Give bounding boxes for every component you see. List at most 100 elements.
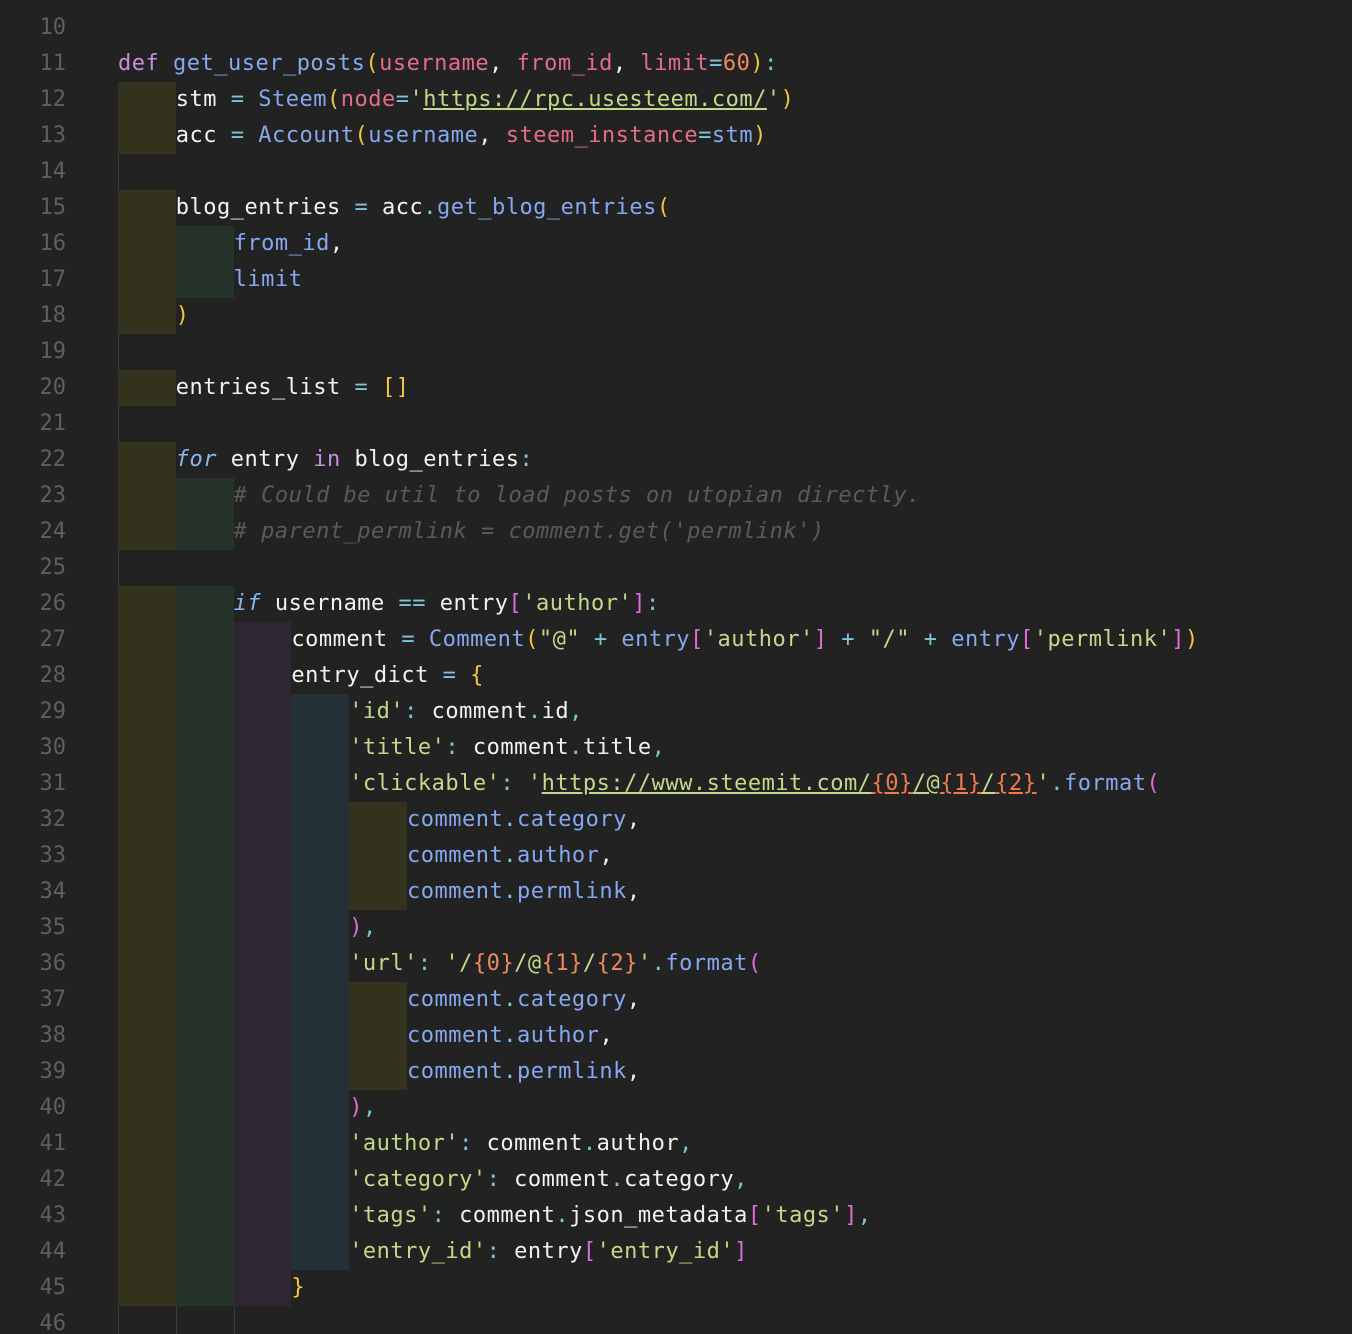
indent-marker <box>118 694 176 730</box>
code-editor[interactable]: 10 11 def get_user_posts(username, from_id… <box>0 0 1352 1334</box>
code-line[interactable]: 32 comment.category, <box>0 802 1352 838</box>
code-line[interactable]: 40), <box>0 1090 1352 1126</box>
code-token: . <box>503 843 517 868</box>
code-token: entry <box>951 627 1021 652</box>
code-line[interactable]: 22 for entry in blog_entries: <box>0 442 1352 478</box>
code-token: = <box>354 375 369 400</box>
code-line[interactable]: 23 # Could be util to load posts on utopi… <box>0 478 1352 514</box>
code-line[interactable]: 33 comment.author, <box>0 838 1352 874</box>
code-token: . <box>651 951 666 976</box>
code-line[interactable]: 14 <box>0 154 1352 190</box>
code-token: 'tags' <box>349 1203 432 1228</box>
code-token: {0} <box>472 951 515 976</box>
code-text: 'url': '/{0}/@{1}/{2}'.format( <box>118 946 762 982</box>
indent-marker <box>349 838 407 874</box>
indent-marker <box>233 658 292 694</box>
indent-marker <box>175 874 234 910</box>
indent-marker <box>175 838 234 874</box>
code-token: limit <box>640 51 710 76</box>
code-token: . <box>1050 771 1065 796</box>
code-token: acc <box>368 195 424 220</box>
line-number: 32 <box>39 807 67 832</box>
code-token: , <box>626 807 641 832</box>
indent-marker <box>118 82 176 118</box>
code-line[interactable]: 39 comment.permlink, <box>0 1054 1352 1090</box>
code-token: 60 <box>722 51 751 76</box>
code-token: https://rpc.usesteem.com/ <box>423 87 767 112</box>
indent-marker <box>175 586 234 622</box>
code-line[interactable]: 25 <box>0 550 1352 586</box>
code-text: comment.permlink, <box>118 1054 641 1090</box>
code-line[interactable]: 35), <box>0 910 1352 946</box>
code-line[interactable]: 27 comment = Comment("@" + entry['author'… <box>0 622 1352 658</box>
indent-guide <box>118 154 119 190</box>
code-text: entries_list = [] <box>118 370 409 406</box>
indent-marker <box>291 1198 350 1234</box>
code-line[interactable]: 44'entry_id': entry['entry_id'] <box>0 1234 1352 1270</box>
code-line[interactable]: 30 'title': comment.title, <box>0 730 1352 766</box>
code-line[interactable]: 16 from_id, <box>0 226 1352 262</box>
code-line[interactable]: 13 acc = Account(username, steem_instance… <box>0 118 1352 154</box>
code-line[interactable]: 38 comment.author, <box>0 1018 1352 1054</box>
code-line[interactable]: 28 entry_dict = { <box>0 658 1352 694</box>
code-token: / <box>582 951 597 976</box>
indent-marker <box>118 586 176 622</box>
code-line[interactable]: 20 entries_list = [] <box>0 370 1352 406</box>
code-token: : <box>486 1167 501 1192</box>
code-token: 'entry_id' <box>349 1239 487 1264</box>
code-line[interactable]: 37 comment.category, <box>0 982 1352 1018</box>
code-line[interactable]: 36 'url': '/{0}/@{1}/{2}'.format( <box>0 946 1352 982</box>
line-number: 18 <box>39 303 67 328</box>
line-number: 33 <box>39 843 67 868</box>
code-text: if username == entry['author']: <box>118 586 660 622</box>
code-line[interactable]: 42 'category': comment.category, <box>0 1162 1352 1198</box>
code-line[interactable]: 41 'author': comment.author, <box>0 1126 1352 1162</box>
code-token: ( <box>365 51 380 76</box>
code-line[interactable]: 45} <box>0 1270 1352 1306</box>
code-token: acc <box>175 123 231 148</box>
code-token: ) <box>753 123 767 148</box>
code-token: , <box>679 1131 693 1156</box>
line-number: 20 <box>39 375 67 400</box>
code-text: } <box>118 1270 305 1306</box>
code-line[interactable]: 21 <box>0 406 1352 442</box>
code-token: == <box>398 591 427 616</box>
code-token: . <box>582 1131 597 1156</box>
code-line[interactable]: 11 def get_user_posts(username, from_id, … <box>0 46 1352 82</box>
code-token: ( <box>354 123 369 148</box>
code-token: entries_list <box>175 375 355 400</box>
code-token: , <box>329 231 344 256</box>
code-token: comment <box>406 879 504 904</box>
indent-guide <box>118 406 119 442</box>
code-line[interactable]: 17 limit <box>0 262 1352 298</box>
code-line[interactable]: 26 if username == entry['author']: <box>0 586 1352 622</box>
code-line[interactable]: 15 blog_entries = acc.get_blog_entries( <box>0 190 1352 226</box>
code-token: 'author' <box>703 627 814 652</box>
code-line[interactable]: 12 stm = Steem(node='https://rpc.usesteem… <box>0 82 1352 118</box>
code-token: : <box>431 1203 446 1228</box>
line-number: 28 <box>39 663 67 688</box>
code-line[interactable]: 31'clickable': 'https://www.steemit.com/… <box>0 766 1352 802</box>
code-token: / <box>981 771 996 796</box>
code-line[interactable]: 19 <box>0 334 1352 370</box>
code-token: entry <box>621 627 691 652</box>
code-token: comment <box>417 699 528 724</box>
code-line[interactable]: 24 # parent_permlink = comment.get('perml… <box>0 514 1352 550</box>
indent-marker <box>175 730 234 766</box>
code-token: id <box>541 699 570 724</box>
code-line[interactable]: 29 'id': comment.id, <box>0 694 1352 730</box>
code-token: . <box>610 1167 625 1192</box>
code-line[interactable]: 10 <box>0 10 1352 46</box>
line-number: 15 <box>39 195 67 220</box>
code-line[interactable]: 34 comment.permlink, <box>0 874 1352 910</box>
code-line[interactable]: 43'tags': comment.json_metadata['tags'], <box>0 1198 1352 1234</box>
indent-marker <box>291 1054 350 1090</box>
code-line[interactable]: 18) <box>0 298 1352 334</box>
code-line[interactable]: 46 <box>0 1306 1352 1334</box>
line-number: 37 <box>39 987 67 1012</box>
indent-marker <box>118 838 176 874</box>
indent-marker <box>233 802 292 838</box>
